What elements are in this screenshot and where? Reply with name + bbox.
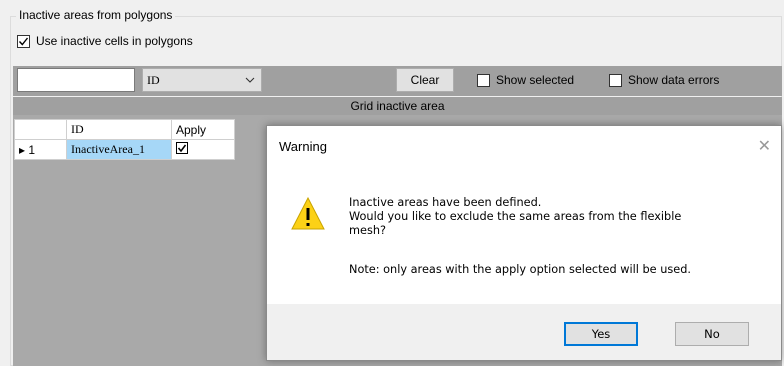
checkmark-icon [18,37,29,46]
close-icon[interactable]: ✕ [758,136,771,156]
chevron-down-icon [245,69,255,99]
row-header-corner [14,119,67,140]
dialog-message-line-2: Would you like to exclude the same areas… [349,210,682,223]
show-errors-toggle[interactable]: Show data errors [609,73,719,87]
grid-title: Grid inactive area [13,97,782,115]
warning-icon [291,196,325,230]
column-select-value: ID [147,73,160,87]
column-header-id[interactable]: ID [66,119,172,140]
cell-apply[interactable] [171,139,235,160]
show-selected-checkbox[interactable] [477,73,490,87]
show-errors-label: Show data errors [628,73,720,87]
use-inactive-checkbox[interactable] [17,34,30,48]
inactive-area-table: ID Apply ▸ 1 InactiveArea_1 [14,119,235,160]
dialog-note: Note: only areas with the apply option s… [349,263,691,276]
column-select[interactable]: ID [142,68,262,92]
show-errors-checkbox[interactable] [609,73,622,87]
cell-id[interactable]: InactiveArea_1 [66,139,172,160]
row-marker[interactable]: ▸ 1 [14,139,67,160]
dialog-message-line-3: mesh? [349,224,386,237]
filter-input[interactable] [17,68,135,92]
use-inactive-label: Use inactive cells in polygons [36,34,193,48]
dialog-message-line-1: Inactive areas have been defined. [349,196,542,209]
dialog-title: Warning [279,139,327,154]
use-inactive-checkbox-row[interactable]: Use inactive cells in polygons [17,34,193,48]
clear-button[interactable]: Clear [396,68,454,92]
apply-checkbox-icon[interactable] [176,142,188,154]
no-button[interactable]: No [675,322,749,346]
warning-dialog: Warning ✕ Inactive areas have been defin… [266,125,782,361]
dialog-message: Inactive areas have been defined. Would … [349,196,769,238]
yes-button[interactable]: Yes [564,322,638,346]
show-selected-toggle[interactable]: Show selected [477,73,574,87]
show-selected-label: Show selected [496,73,575,87]
table-header-row: ID Apply [14,119,235,140]
column-header-apply[interactable]: Apply [171,119,235,140]
group-title: Inactive areas from polygons [16,8,176,22]
table-row[interactable]: ▸ 1 InactiveArea_1 [14,139,235,160]
